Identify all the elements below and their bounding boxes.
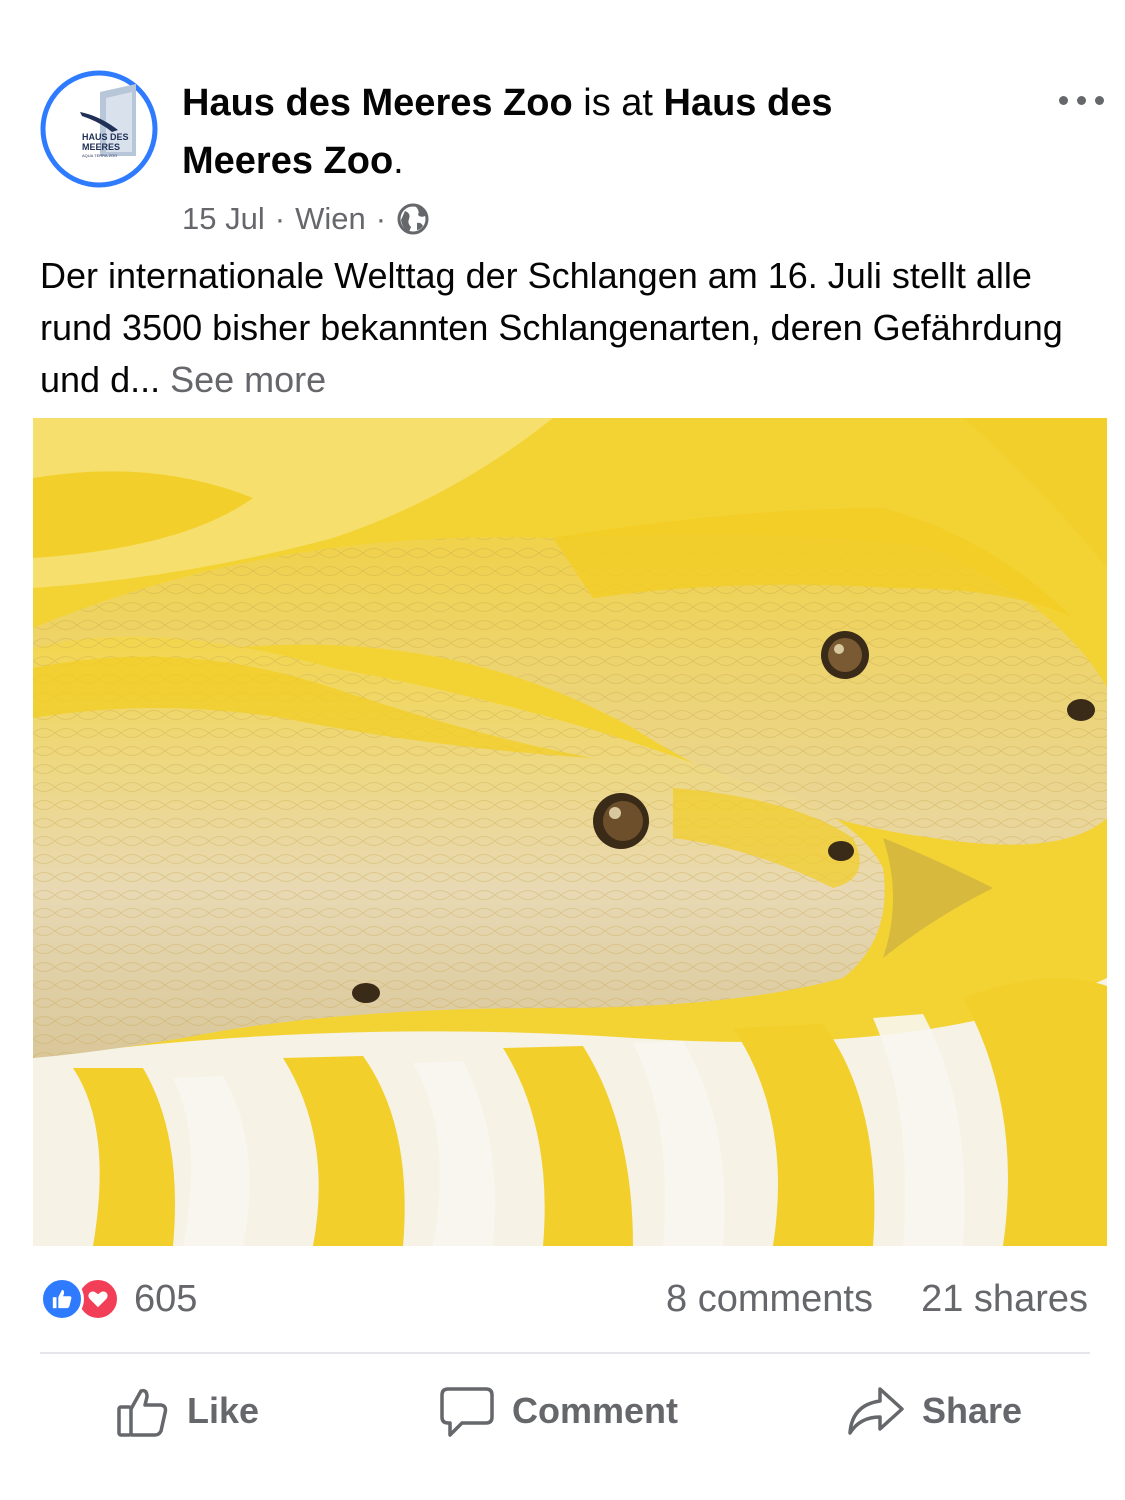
post-caption: Der internationale Welttag der Schlangen… bbox=[40, 250, 1110, 406]
post-date[interactable]: 15 Jul bbox=[182, 201, 265, 237]
comments-count[interactable]: 8 comments bbox=[666, 1277, 873, 1321]
thumbs-up-icon bbox=[117, 1388, 168, 1437]
page-avatar[interactable]: HAUS DES MEERES AQUA TERRA ZOO bbox=[40, 70, 158, 188]
like-label: Like bbox=[187, 1390, 260, 1431]
post-header: Haus des Meeres Zoo is at Haus des Meere… bbox=[182, 74, 972, 190]
post-meta: 15 Jul · Wien · bbox=[182, 197, 430, 241]
haus-des-meeres-logo: HAUS DES MEERES AQUA TERRA ZOO bbox=[40, 70, 158, 188]
like-button[interactable]: Like bbox=[115, 1378, 259, 1444]
logo-text-line3: AQUA TERRA ZOO bbox=[82, 153, 117, 158]
post-city: Wien bbox=[295, 201, 366, 236]
shares-count[interactable]: 21 shares bbox=[921, 1277, 1088, 1321]
like-icon bbox=[40, 1277, 84, 1321]
post-photo[interactable] bbox=[33, 418, 1107, 1246]
more-dot-icon bbox=[1077, 96, 1086, 105]
more-dot-icon bbox=[1059, 96, 1068, 105]
header-suffix: . bbox=[393, 140, 404, 182]
share-arrow-icon bbox=[848, 1387, 904, 1435]
see-more-link[interactable]: See more bbox=[170, 359, 326, 400]
albino-python-photo bbox=[33, 418, 1107, 1246]
meta-separator: · bbox=[274, 201, 286, 236]
header-connector: is at bbox=[572, 82, 664, 124]
more-options-button[interactable] bbox=[1055, 82, 1115, 118]
page-name-link[interactable]: Haus des Meeres Zoo bbox=[182, 82, 573, 124]
more-dot-icon bbox=[1095, 96, 1104, 105]
reactions-summary[interactable]: 605 bbox=[40, 1277, 197, 1321]
reaction-count[interactable]: 605 bbox=[134, 1278, 197, 1321]
logo-text-line1: HAUS DES bbox=[82, 132, 129, 142]
comment-button[interactable]: Comment bbox=[438, 1378, 678, 1444]
meta-separator: · bbox=[375, 201, 387, 236]
globe-icon[interactable] bbox=[396, 202, 430, 236]
comment-bubble-icon bbox=[440, 1387, 494, 1437]
share-button[interactable]: Share bbox=[846, 1378, 1022, 1444]
logo-text-line2: MEERES bbox=[82, 142, 120, 152]
divider bbox=[40, 1352, 1090, 1354]
comment-label: Comment bbox=[512, 1390, 679, 1431]
share-label: Share bbox=[922, 1390, 1023, 1431]
